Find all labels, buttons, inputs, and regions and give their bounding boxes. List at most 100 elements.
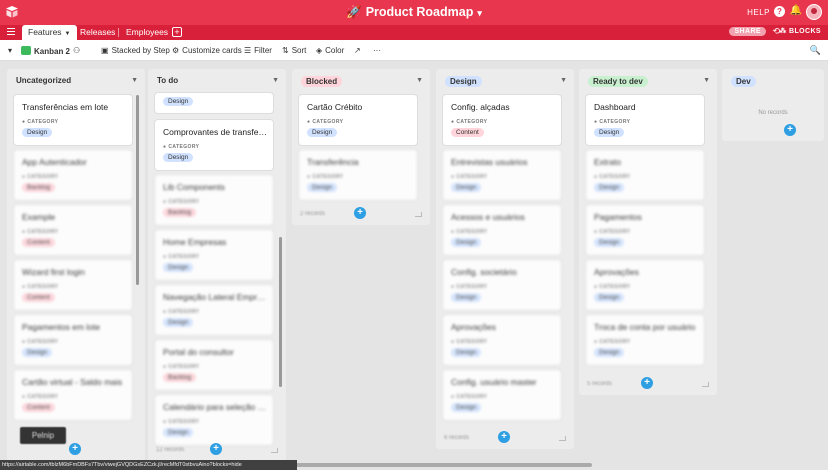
- field-label-text: CATEGORY: [456, 174, 488, 180]
- record-card[interactable]: Troca de conta por usuário ● CATEGORY Desig…: [586, 315, 704, 365]
- record-card[interactable]: Wizard first login ● CATEGORY Content: [14, 260, 132, 310]
- category-tag: Backlog: [163, 373, 197, 382]
- chevron-down-icon[interactable]: ▼: [272, 77, 279, 84]
- column-scrollbar[interactable]: [279, 237, 282, 387]
- record-card[interactable]: Transferências em lote ● CATEGORY Design: [14, 95, 132, 145]
- add-record-button[interactable]: +: [69, 443, 81, 455]
- color-button[interactable]: ◈ Color: [316, 46, 344, 55]
- hamburger-icon[interactable]: [7, 28, 15, 36]
- column-header[interactable]: Blocked ▼: [292, 69, 430, 93]
- stack-icon: ▣: [101, 46, 109, 55]
- record-card[interactable]: Home Empresas ● CATEGORY Design: [155, 230, 273, 280]
- record-card[interactable]: Aprovações ● CATEGORY Design: [443, 315, 561, 365]
- add-record-button[interactable]: +: [641, 377, 653, 389]
- column-header[interactable]: Ready to dev ▼: [579, 69, 717, 93]
- column-scrollbar[interactable]: [136, 95, 139, 285]
- base-title[interactable]: 🚀 Product Roadmap ▾: [0, 5, 828, 20]
- field-type-icon: ●: [451, 394, 455, 400]
- stacked-by-label: Stacked by Step: [111, 46, 170, 55]
- record-card[interactable]: Config. usuário master ● CATEGORY Design: [443, 370, 561, 420]
- column-header[interactable]: Design ▼: [436, 69, 574, 93]
- field-type-icon: ●: [451, 229, 455, 235]
- card-field-label: ● CATEGORY: [451, 394, 487, 400]
- record-card[interactable]: Aprovações ● CATEGORY Design: [586, 260, 704, 310]
- record-card[interactable]: Design: [155, 93, 273, 113]
- view-switcher[interactable]: Kanban 2: [21, 46, 70, 56]
- record-card[interactable]: Pagamentos em lote ● CATEGORY Design: [14, 315, 132, 365]
- record-card[interactable]: Config. societário ● CATEGORY Design: [443, 260, 561, 310]
- record-card[interactable]: Entrevistas usuários ● CATEGORY Design: [443, 150, 561, 200]
- card-title: Navegação Lateral Empresas: [163, 292, 267, 302]
- card-title: Dashboard: [594, 102, 636, 112]
- avatar[interactable]: [806, 4, 822, 20]
- view-toolbar: ▾ Kanban 2 ⚇ ▣ Stacked by Step ⚙ Customize…: [0, 40, 828, 61]
- record-card[interactable]: Navegação Lateral Empresas ● CATEGORY Desig…: [155, 285, 273, 335]
- chevron-down-icon[interactable]: ▼: [560, 77, 567, 84]
- field-label-text: CATEGORY: [27, 229, 59, 235]
- field-type-icon: ●: [451, 284, 455, 290]
- share-button[interactable]: SHARE: [729, 27, 766, 36]
- record-card[interactable]: Lib Components ● CATEGORY Backlog: [155, 175, 273, 225]
- stacked-by-button[interactable]: ▣ Stacked by Step: [101, 46, 170, 55]
- more-options-button[interactable]: ···: [373, 46, 381, 55]
- chevron-down-icon: ▾: [477, 8, 482, 18]
- record-card[interactable]: Extrato ● CATEGORY Design: [586, 150, 704, 200]
- blocks-button[interactable]: ⁂ BLOCKS: [779, 27, 821, 35]
- tab-releases[interactable]: Releases: [74, 25, 121, 40]
- category-tag: Design: [163, 97, 194, 106]
- collaborators-icon[interactable]: ⚇: [73, 46, 80, 55]
- customize-cards-button[interactable]: ⚙ Customize cards: [172, 46, 242, 55]
- record-card[interactable]: Portal do consultor ● CATEGORY Backlog: [155, 340, 273, 390]
- chevron-down-icon[interactable]: ▼: [131, 77, 138, 84]
- chevron-down-icon[interactable]: ▼: [416, 77, 423, 84]
- add-record-button[interactable]: +: [354, 207, 366, 219]
- sort-button[interactable]: ⇅ Sort: [282, 46, 306, 55]
- record-card[interactable]: Dashboard ● CATEGORY Design: [586, 95, 704, 145]
- add-record-button[interactable]: +: [498, 431, 510, 443]
- field-label-text: CATEGORY: [168, 364, 200, 370]
- chevron-down-icon[interactable]: ▼: [703, 77, 710, 84]
- kanban-column: Blocked ▼ Cartão Crébito ● CATEGORY Design Tra…: [292, 69, 430, 225]
- card-field-label: ● CATEGORY: [594, 119, 630, 125]
- bell-icon[interactable]: 🔔: [790, 5, 802, 16]
- card-title: Pagamentos: [594, 212, 642, 222]
- add-record-button[interactable]: +: [784, 124, 796, 136]
- tab-features[interactable]: Features ▼: [22, 25, 77, 41]
- field-type-icon: ●: [22, 174, 26, 180]
- views-toggle[interactable]: ▾: [8, 46, 12, 55]
- add-record-button[interactable]: +: [210, 443, 222, 455]
- help-label[interactable]: HELP: [747, 8, 770, 17]
- search-icon[interactable]: 🔍: [810, 45, 821, 56]
- share-view-icon[interactable]: ↗: [354, 46, 361, 55]
- record-card[interactable]: Transferência ● CATEGORY Design: [299, 150, 417, 200]
- field-type-icon: ●: [22, 339, 26, 345]
- card-title: Entrevistas usuários: [451, 157, 528, 167]
- field-label-text: CATEGORY: [599, 339, 631, 345]
- record-card[interactable]: Cartão virtual - Saldo mais ● CATEGORY Cont…: [14, 370, 132, 420]
- record-card[interactable]: Comprovantes de transferência ●CATEGORY De…: [155, 120, 273, 170]
- field-label-text: CATEGORY: [27, 394, 59, 400]
- record-card[interactable]: Acessos e usuários ● CATEGORY Design: [443, 205, 561, 255]
- card-field-label: ● CATEGORY: [163, 309, 199, 315]
- record-card[interactable]: Pagamentos ● CATEGORY Design: [586, 205, 704, 255]
- filter-button[interactable]: ☰ Filter: [244, 46, 272, 55]
- record-card[interactable]: App Autenticador ● CATEGORY Backlog: [14, 150, 132, 200]
- add-table-icon[interactable]: +: [172, 27, 182, 37]
- column-header[interactable]: Dev: [722, 69, 824, 93]
- chevron-down-icon: ▼: [64, 31, 71, 37]
- tab-employees[interactable]: Employees: [120, 25, 174, 40]
- category-tag: Content: [22, 293, 55, 302]
- field-type-icon: ●: [163, 309, 167, 315]
- card-title: Transferência: [307, 157, 359, 167]
- category-tag: Design: [451, 348, 482, 357]
- column-header[interactable]: To do ▼: [148, 69, 286, 93]
- record-card[interactable]: Example ● CATEGORY Content: [14, 205, 132, 255]
- tab-label: Features: [28, 27, 62, 37]
- record-card[interactable]: Calendário para seleção de datas ●CATEGOR…: [155, 395, 273, 445]
- kanban-icon: [21, 46, 31, 55]
- record-card[interactable]: Config. alçadas ● CATEGORY Content: [443, 95, 561, 145]
- help-icon[interactable]: ?: [774, 6, 785, 17]
- column-header[interactable]: Uncategorized ▼: [7, 69, 145, 93]
- field-label-text: CATEGORY: [599, 174, 631, 180]
- record-card[interactable]: Cartão Crébito ● CATEGORY Design: [299, 95, 417, 145]
